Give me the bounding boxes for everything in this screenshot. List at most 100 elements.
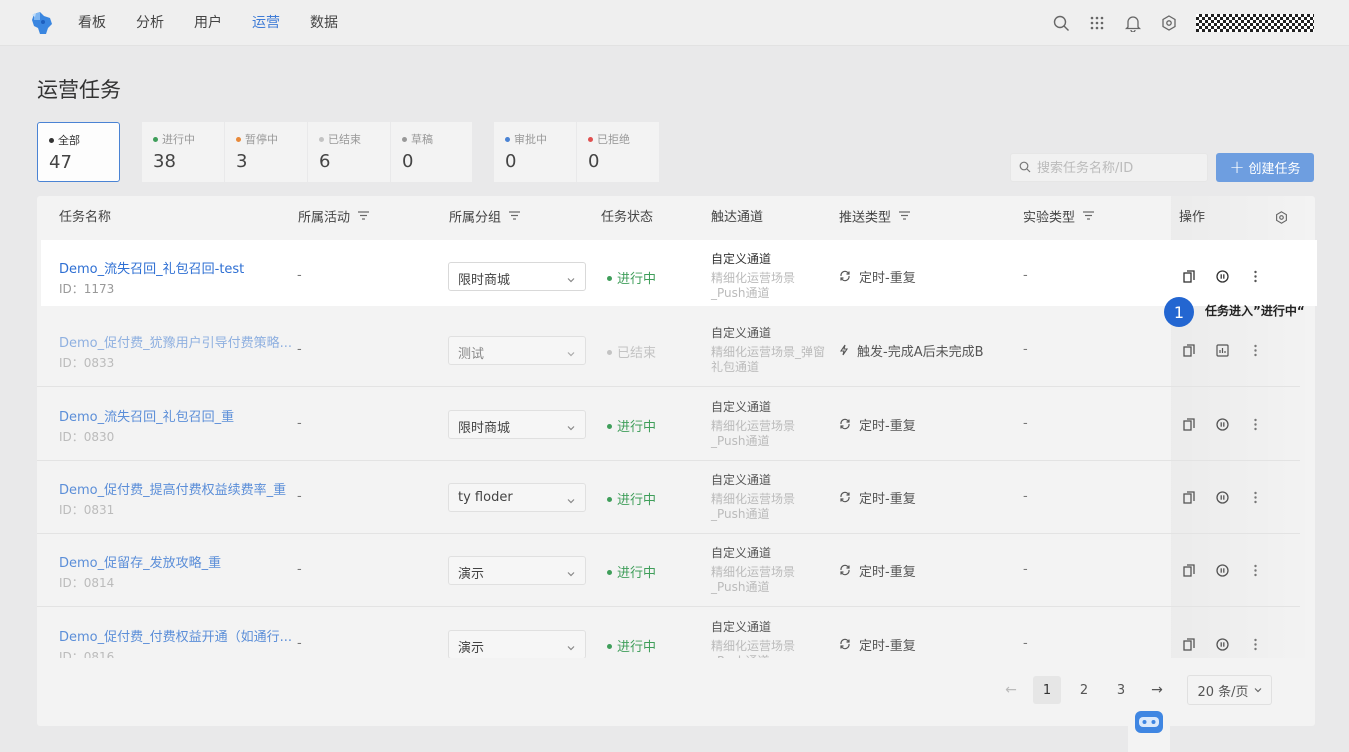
task-id: ID：1173 bbox=[59, 282, 115, 296]
task-id: ID：0830 bbox=[59, 430, 115, 444]
search-icon[interactable] bbox=[1052, 14, 1070, 32]
copy-icon[interactable] bbox=[1183, 638, 1197, 652]
group-select[interactable]: 演示 bbox=[448, 630, 586, 658]
prev-page-button[interactable]: ← bbox=[997, 676, 1025, 704]
more-icon[interactable] bbox=[1249, 270, 1263, 284]
stat-card-running[interactable]: 进行中 38 bbox=[142, 122, 224, 182]
task-id: ID：0816 bbox=[59, 650, 115, 658]
report-icon[interactable] bbox=[1216, 344, 1230, 358]
next-page-button[interactable]: → bbox=[1143, 676, 1171, 704]
status-dot bbox=[588, 136, 593, 142]
group-select[interactable]: 测试 bbox=[448, 336, 586, 365]
experiment-value: - bbox=[1023, 268, 1028, 283]
nav-item-data[interactable]: 数据 bbox=[310, 0, 338, 46]
step-annotation-text: 任务进入”进行中“ bbox=[1205, 304, 1305, 318]
status-dot bbox=[607, 570, 612, 575]
group-select[interactable]: 限时商城 bbox=[448, 410, 586, 439]
nav-item-operations[interactable]: 运营 bbox=[252, 0, 280, 46]
group-value: 限时商城 bbox=[458, 273, 511, 288]
header-channel: 触达通道 bbox=[711, 210, 764, 225]
more-icon[interactable] bbox=[1249, 564, 1263, 578]
more-icon[interactable] bbox=[1249, 638, 1263, 652]
stat-card-ended[interactable]: 已结束 6 bbox=[308, 122, 390, 182]
pause-icon[interactable] bbox=[1216, 270, 1230, 284]
repeat-icon bbox=[839, 418, 851, 434]
channel-subtitle: 精细化运营场景_Push通道 bbox=[711, 492, 796, 521]
copy-icon[interactable] bbox=[1183, 270, 1197, 284]
task-name-link[interactable]: Demo_促付费_提高付费权益续费率_重 bbox=[59, 479, 286, 498]
table-row: Demo_流失召回_礼包召回-test ID：1173 - 限时商城 进行中 自… bbox=[41, 240, 1317, 306]
channel-subtitle: 精细化运营场景_Push通道 bbox=[711, 419, 796, 448]
pause-icon[interactable] bbox=[1216, 638, 1230, 652]
stat-value: 0 bbox=[505, 151, 517, 172]
group-select[interactable]: 演示 bbox=[448, 556, 586, 585]
push-type: 定时-重复 bbox=[839, 561, 916, 581]
bell-icon[interactable] bbox=[1124, 14, 1142, 32]
more-icon[interactable] bbox=[1249, 418, 1263, 432]
main-nav: 看板 分析 用户 运营 数据 bbox=[78, 0, 368, 46]
settings-icon[interactable] bbox=[1160, 14, 1178, 32]
status-dot bbox=[49, 137, 54, 143]
stat-card-draft[interactable]: 草稿 0 bbox=[391, 122, 472, 182]
stat-value: 0 bbox=[588, 151, 600, 172]
filter-icon[interactable] bbox=[1083, 195, 1095, 239]
status-dot bbox=[319, 136, 324, 142]
group-select[interactable]: ty floder bbox=[448, 483, 586, 512]
apps-grid-icon[interactable] bbox=[1088, 14, 1106, 32]
header-push-type[interactable]: 推送类型 bbox=[839, 195, 911, 240]
task-name-link[interactable]: Demo_促留存_发放攻略_重 bbox=[59, 552, 221, 571]
nav-item-dashboard[interactable]: 看板 bbox=[78, 0, 106, 46]
chevron-down-icon bbox=[567, 566, 575, 581]
filter-icon[interactable] bbox=[358, 195, 370, 239]
copy-icon[interactable] bbox=[1183, 418, 1197, 432]
stat-label: 暂停中 bbox=[245, 133, 278, 146]
page-size-select[interactable]: 20 条/页 bbox=[1187, 675, 1272, 705]
pause-icon[interactable] bbox=[1216, 491, 1230, 505]
task-name-link[interactable]: Demo_促付费_付费权益开通（如通行... bbox=[59, 626, 292, 645]
status-dot bbox=[153, 136, 158, 142]
copy-icon[interactable] bbox=[1183, 564, 1197, 578]
group-select[interactable]: 限时商城 bbox=[448, 262, 586, 291]
stat-card-rejected[interactable]: 已拒绝 0 bbox=[577, 122, 659, 182]
nav-item-users[interactable]: 用户 bbox=[194, 0, 222, 46]
table-row: Demo_促留存_发放攻略_重 ID：0814 - 演示 进行中 自定义通道 精… bbox=[37, 534, 1300, 607]
page-2-button[interactable]: 2 bbox=[1070, 676, 1098, 704]
stat-value: 0 bbox=[402, 151, 414, 172]
page-1-button[interactable]: 1 bbox=[1033, 676, 1061, 704]
stat-value: 3 bbox=[236, 151, 248, 172]
task-name-link[interactable]: Demo_促付费_犹豫用户引导付费策略... bbox=[59, 332, 292, 351]
user-avatar[interactable] bbox=[1196, 14, 1314, 32]
assistant-bot-button[interactable] bbox=[1128, 706, 1170, 752]
header-activity[interactable]: 所属活动 bbox=[298, 195, 370, 240]
task-name-link[interactable]: Demo_流失召回_礼包召回_重 bbox=[59, 406, 234, 425]
more-icon[interactable] bbox=[1249, 491, 1263, 505]
header-experiment-type[interactable]: 实验类型 bbox=[1023, 195, 1095, 240]
stat-card-approving[interactable]: 审批中 0 bbox=[494, 122, 576, 182]
copy-icon[interactable] bbox=[1183, 491, 1197, 505]
more-icon[interactable] bbox=[1249, 344, 1263, 358]
page-title: 运营任务 bbox=[37, 78, 121, 102]
chevron-down-icon bbox=[567, 346, 575, 361]
copy-icon[interactable] bbox=[1183, 344, 1197, 358]
group-value: 演示 bbox=[458, 641, 485, 656]
header-group[interactable]: 所属分组 bbox=[449, 195, 521, 240]
pause-icon[interactable] bbox=[1216, 418, 1230, 432]
status-dot bbox=[607, 497, 612, 502]
search-input[interactable] bbox=[1037, 159, 1202, 177]
page-3-button[interactable]: 3 bbox=[1107, 676, 1135, 704]
filter-icon[interactable] bbox=[899, 195, 911, 239]
column-settings-icon[interactable] bbox=[1275, 211, 1288, 225]
stat-card-paused[interactable]: 暂停中 3 bbox=[225, 122, 307, 182]
create-task-button[interactable]: + 创建任务 bbox=[1216, 153, 1314, 182]
lightning-icon bbox=[839, 344, 849, 360]
nav-item-analysis[interactable]: 分析 bbox=[136, 0, 164, 46]
header-task-name: 任务名称 bbox=[59, 210, 112, 225]
task-name-link[interactable]: Demo_流失召回_礼包召回-test bbox=[59, 258, 244, 277]
filter-icon[interactable] bbox=[509, 195, 521, 239]
app-logo-icon[interactable] bbox=[28, 10, 54, 36]
activity-value: - bbox=[297, 636, 302, 651]
status-dot bbox=[402, 136, 407, 142]
experiment-value: - bbox=[1023, 416, 1028, 431]
pause-icon[interactable] bbox=[1216, 564, 1230, 578]
stat-card-all[interactable]: 全部 47 bbox=[37, 122, 120, 182]
